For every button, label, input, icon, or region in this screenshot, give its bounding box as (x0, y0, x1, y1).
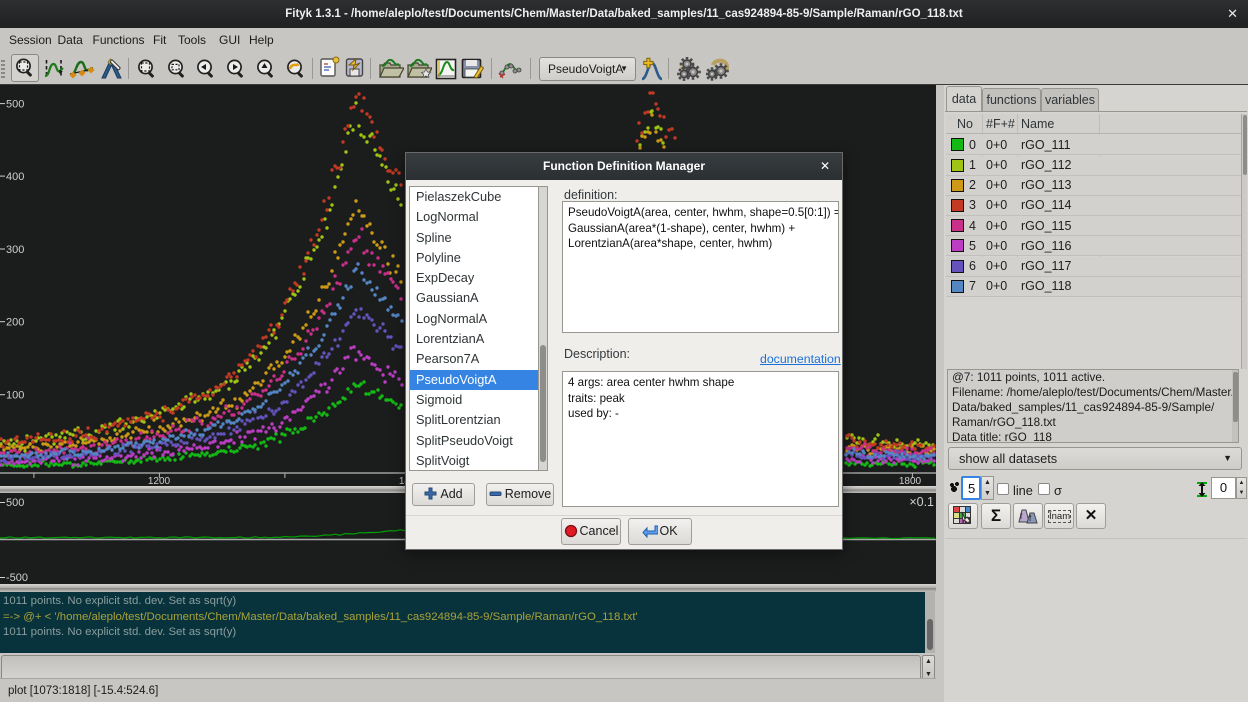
svg-text:1200: 1200 (148, 476, 171, 486)
svg-text:300: 300 (6, 244, 24, 256)
svg-text:200: 200 (6, 317, 24, 329)
svg-text:×0.1: ×0.1 (909, 495, 934, 509)
svg-text:-500: -500 (6, 572, 28, 584)
svg-text:1800: 1800 (899, 476, 922, 486)
svg-text:100: 100 (6, 390, 24, 402)
svg-text:500: 500 (6, 99, 24, 111)
svg-text:400: 400 (6, 171, 24, 183)
svg-text:500: 500 (6, 497, 24, 509)
